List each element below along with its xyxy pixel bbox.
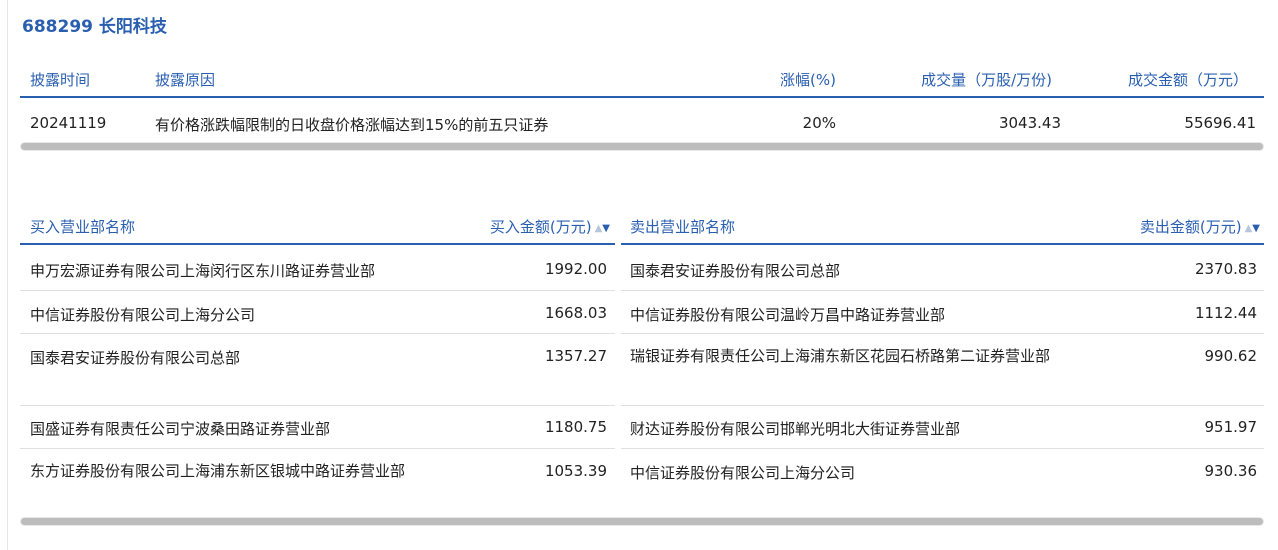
sell-row-3-name: 瑞银证券有限责任公司上海浦东新区花园石桥路第二证券营业部: [630, 347, 1051, 365]
header-reason: 披露原因: [155, 71, 216, 89]
buy-row-4-name: 国盛证券有限责任公司宁波桑田路证券营业部: [30, 420, 331, 438]
row-reason: 有价格涨跌幅限制的日收盘价格涨幅达到15%的前五只证券: [155, 116, 549, 134]
header-volume: 成交量（万股/万份): [921, 71, 1052, 89]
header-change: 涨幅(%): [780, 71, 836, 89]
sell-header-underline: [621, 243, 1264, 245]
buy-header-underline: [20, 243, 615, 245]
row-change: 20%: [802, 114, 836, 132]
header-amount: 成交金额（万元）: [1127, 71, 1248, 89]
buy-row-3-amount: 1357.27: [544, 347, 607, 365]
header-sell-name: 卖出营业部名称: [630, 218, 736, 236]
header-sell-amount-label: 卖出金额(万元): [1139, 218, 1242, 236]
row-volume: 3043.43: [998, 114, 1061, 132]
buy-row-4-amount: 1180.75: [544, 418, 607, 436]
horizontal-scrollbar[interactable]: [20, 517, 1264, 526]
header-buy-amount-label: 买入金额(万元): [489, 218, 592, 236]
buy-row-5-name: 东方证券股份有限公司上海浦东新区银城中路证券营业部: [30, 462, 406, 480]
header-sell-amount[interactable]: 卖出金额(万元) ▲▼: [1070, 216, 1260, 237]
header-buy-name: 买入营业部名称: [30, 218, 136, 236]
buy-row-1-name: 申万宏源证券有限公司上海闵行区东川路证券营业部: [30, 262, 376, 280]
row-divider: [621, 333, 1264, 334]
sell-row-1-name: 国泰君安证券股份有限公司总部: [630, 262, 841, 280]
stock-title: 688299 长阳科技: [22, 17, 167, 37]
scrollbar-thumb[interactable]: [21, 518, 1263, 525]
row-divider: [20, 290, 615, 291]
sell-row-4-amount: 951.97: [1204, 418, 1258, 436]
page-left-border: [7, 0, 8, 550]
header-date: 披露时间: [30, 71, 91, 89]
row-divider: [621, 448, 1264, 449]
buy-row-2-amount: 1668.03: [544, 304, 607, 322]
sell-row-5-amount: 930.36: [1204, 462, 1258, 480]
row-divider: [20, 405, 615, 406]
horizontal-scrollbar[interactable]: [20, 142, 1264, 151]
row-divider: [621, 405, 1264, 406]
row-date: 20241119: [30, 114, 107, 132]
header-underline: [20, 96, 1264, 98]
row-divider: [621, 290, 1264, 291]
row-amount: 55696.41: [1184, 114, 1256, 132]
buy-row-5-amount: 1053.39: [544, 462, 607, 480]
header-buy-amount[interactable]: 买入金额(万元) ▲▼: [420, 216, 610, 237]
row-divider: [20, 333, 615, 334]
sell-row-2-name: 中信证券股份有限公司温岭万昌中路证券营业部: [630, 306, 946, 324]
sell-row-2-amount: 1112.44: [1194, 304, 1257, 322]
buy-row-3-name: 国泰君安证券股份有限公司总部: [30, 349, 241, 367]
buy-row-2-name: 中信证券股份有限公司上海分公司: [30, 306, 256, 324]
sort-arrows-icon[interactable]: ▲▼: [595, 223, 610, 234]
sort-arrows-icon[interactable]: ▲▼: [1245, 223, 1260, 234]
row-divider: [20, 448, 615, 449]
sell-row-5-name: 中信证券股份有限公司上海分公司: [630, 464, 856, 482]
scrollbar-thumb[interactable]: [21, 143, 1263, 150]
buy-row-1-amount: 1992.00: [544, 260, 607, 278]
sell-row-3-amount: 990.62: [1204, 347, 1258, 365]
sell-row-4-name: 财达证券股份有限公司邯郸光明北大街证券营业部: [630, 420, 961, 438]
sell-row-1-amount: 2370.83: [1194, 260, 1257, 278]
